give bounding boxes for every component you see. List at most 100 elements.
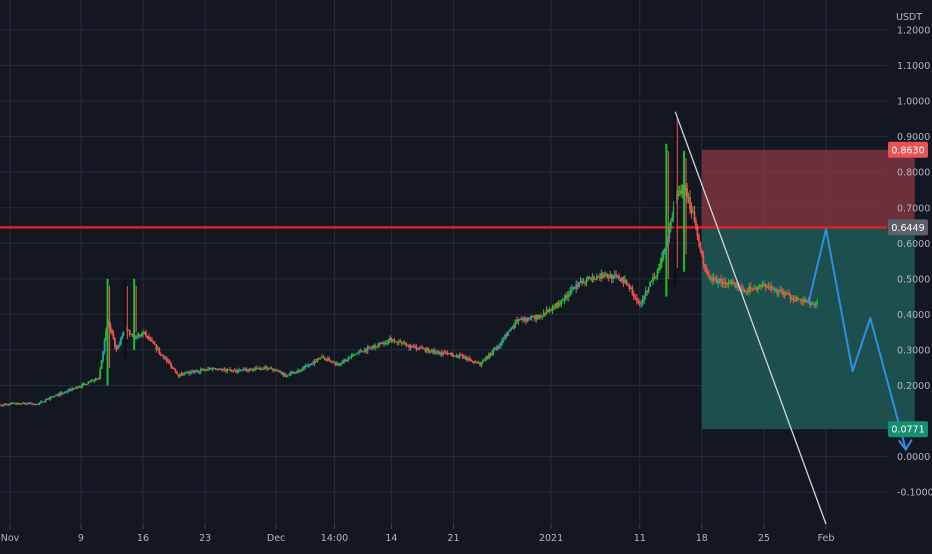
candle-body [714,277,717,280]
spike-candle [124,278,127,358]
candle-body [792,298,795,300]
candle-body [618,275,620,280]
candle-body [570,289,573,291]
x-tick-label: 23 [199,533,211,544]
candle-body [62,392,65,394]
candle-body [100,360,103,369]
candle-body [180,373,183,375]
y-tick-label: 1.1000 [897,61,930,72]
candle-body [507,331,510,336]
candle-body [697,236,700,242]
candle-body [700,250,703,255]
candle-body [703,263,706,268]
candle-body [637,300,640,303]
candle-body [323,357,326,361]
candle-body [581,280,583,283]
y-tick-label: 0.5000 [897,274,930,285]
candle-body [43,401,45,403]
candle-body [559,304,561,306]
candle-body [585,280,588,283]
candle-body [250,368,252,370]
candle-body [145,332,147,337]
candle-body [662,250,665,258]
candle-body [502,337,505,340]
x-tick-label: 18 [696,533,708,544]
x-tick-label: 25 [758,533,770,544]
candle-body [606,274,609,278]
candle-body [567,294,570,297]
candle-body [322,356,325,358]
candle-body [764,283,767,287]
candle-body [284,373,286,376]
x-tick-label: Feb [818,533,835,544]
candle-body [612,275,615,279]
stop-loss-zone[interactable] [701,149,915,228]
chart-container[interactable]: USDT 1.2000 1.1000 1.0000 0.9000 0.8000 0.700… [0,0,932,550]
y-tick-label: 0.6000 [897,239,930,250]
spike-candle [683,150,686,272]
candle-body [288,374,291,376]
spike-candle [665,143,668,297]
candle-body [706,271,709,275]
candle-body [631,287,634,295]
candle-body [53,396,56,398]
candle-body [451,353,453,356]
candle-body [119,338,122,345]
candle-body [66,391,69,393]
candle-body [245,368,248,371]
candle-body [196,370,199,373]
candle-body [102,351,105,361]
candle-body [307,365,310,367]
x-tick-label: 14:00 [321,533,348,544]
candle-body [656,269,659,277]
candle-body [309,363,311,366]
y-tick-label: 0.4000 [897,310,930,321]
spike-candle [106,278,109,386]
candle-body [757,287,759,290]
candle-body [346,359,348,361]
x-tick-label: 2021 [539,533,563,544]
candle-body [814,304,817,306]
candle-body [761,284,764,287]
candle-body [498,346,501,348]
y-tick-label: 0.8000 [897,168,930,179]
candle-body [25,403,28,405]
price-badge: 0.0771 [888,421,928,438]
candle-body [153,343,156,345]
candle-body [635,298,638,301]
candle-body [112,333,115,339]
candle-body [671,216,674,222]
candle-body [649,282,651,287]
candle-body [285,375,288,377]
candle-body [471,360,474,362]
candle-body [659,262,662,269]
candle-body [242,369,245,371]
candle-body [584,282,586,284]
candle-body [603,275,606,278]
candle-body [625,279,628,285]
candle-body [161,354,164,357]
candle-body [551,307,554,311]
candle-body [165,357,168,361]
candle-body [140,334,143,337]
candle-body [375,346,378,348]
candle-body [159,353,162,355]
candle-body [588,276,591,279]
candle-body [569,290,572,295]
price-badge-label: 0.8630 [891,145,924,156]
candle-body [219,368,221,370]
candle-body [158,348,161,354]
candle-body [658,268,660,270]
y-tick-label: 0.2000 [897,381,930,392]
spike-candle [674,111,677,286]
candle-body [508,329,511,332]
candle-body [23,402,26,404]
candle-body [300,370,303,372]
candle-body [499,342,502,347]
candle-body [38,402,41,404]
candle-body [501,339,504,343]
take-profit-zone[interactable] [701,227,915,430]
candle-body [136,336,139,338]
candle-body [350,355,353,357]
price-chart[interactable]: USDT 1.2000 1.1000 1.0000 0.9000 0.8000 0.700… [0,0,932,550]
